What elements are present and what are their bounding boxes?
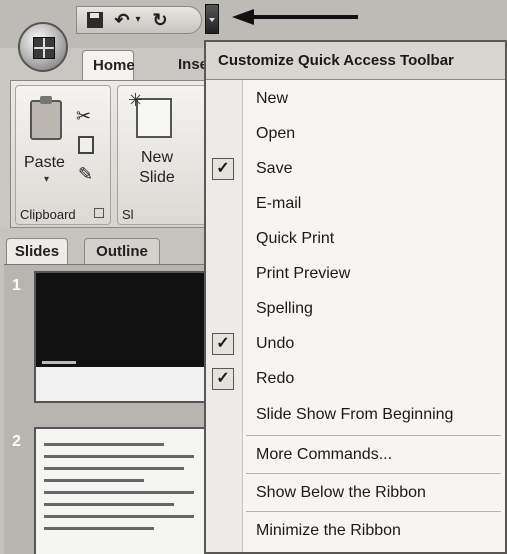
menu-item-undo[interactable]: ✓ Undo bbox=[206, 327, 505, 361]
new-slide-icon[interactable] bbox=[128, 90, 172, 138]
menu-item-quick-print[interactable]: Quick Print bbox=[206, 222, 505, 256]
thumbnail-line bbox=[44, 491, 194, 494]
new-slide-label-1: New bbox=[140, 149, 173, 166]
slide-thumbnail-1[interactable] bbox=[34, 271, 210, 403]
ribbon: Paste ▾ ✂ ✎ Clipboard New Slide Sl bbox=[10, 80, 210, 228]
left-arrow-icon bbox=[232, 9, 358, 25]
thumbnail-line bbox=[44, 443, 164, 446]
quick-access-toolbar: ↶ ▾ ↻ bbox=[76, 6, 202, 34]
thumbnail-line bbox=[44, 467, 184, 470]
menu-item-label: New bbox=[256, 90, 289, 107]
undo-icon[interactable]: ↶ bbox=[113, 10, 131, 30]
menu-item-open[interactable]: Open bbox=[206, 117, 505, 151]
menu-title: Customize Quick Access Toolbar bbox=[206, 42, 505, 80]
redo-icon[interactable]: ↻ bbox=[149, 10, 171, 30]
menu-separator bbox=[246, 473, 501, 474]
slide-thumbnails: 1 2 bbox=[4, 264, 210, 554]
menu-item-print-preview[interactable]: Print Preview bbox=[206, 257, 505, 291]
menu-separator bbox=[246, 435, 501, 436]
tab-slides[interactable]: Slides bbox=[6, 238, 68, 264]
slide-thumbnail-2[interactable] bbox=[34, 427, 210, 554]
cut-icon[interactable]: ✂ bbox=[76, 106, 91, 127]
customize-qat-button[interactable] bbox=[205, 4, 219, 34]
menu-item-show-below-ribbon[interactable]: Show Below the Ribbon bbox=[206, 476, 505, 510]
thumbnail-line bbox=[44, 527, 154, 530]
office-logo-icon bbox=[33, 37, 55, 59]
powerpoint-window: ↶ ▾ ↻ Home Inse Paste ▾ ✂ ✎ Clipboard Ne… bbox=[0, 0, 507, 554]
menu-item-more-commands[interactable]: More Commands... bbox=[206, 438, 505, 472]
thumbnail-line bbox=[44, 479, 144, 482]
menu-item-new[interactable]: New bbox=[206, 82, 505, 116]
menu-item-label: Minimize the Ribbon bbox=[256, 522, 401, 539]
menu-item-label: Quick Print bbox=[256, 230, 335, 247]
slides-panel: Slides Outline 1 2 bbox=[0, 228, 210, 554]
menu-item-label: Slide Show From Beginning bbox=[256, 406, 454, 423]
menu-item-label: Spelling bbox=[256, 300, 313, 317]
office-button[interactable] bbox=[18, 22, 68, 72]
thumbnail-text bbox=[42, 361, 76, 364]
menu-item-save[interactable]: ✓ Save bbox=[206, 152, 505, 186]
thumbnail-line bbox=[44, 503, 174, 506]
menu-item-slide-show[interactable]: Slide Show From Beginning bbox=[206, 398, 505, 432]
menu-item-label: Undo bbox=[256, 335, 295, 352]
thumbnail-footer bbox=[36, 367, 208, 401]
clipboard-launcher-icon[interactable] bbox=[94, 208, 104, 218]
slides-group: New Slide Sl bbox=[117, 85, 207, 225]
new-slide-label-2: Slide bbox=[139, 169, 175, 186]
format-painter-icon[interactable]: ✎ bbox=[78, 164, 93, 185]
menu-item-label: More Commands... bbox=[256, 446, 393, 463]
clipboard-group: Paste ▾ ✂ ✎ Clipboard bbox=[15, 85, 111, 225]
menu-item-email[interactable]: E-mail bbox=[206, 187, 505, 221]
customize-qat-menu: Customize Quick Access Toolbar New Open … bbox=[204, 40, 507, 554]
thumbnail-line bbox=[44, 455, 194, 458]
new-slide-button[interactable]: New Slide bbox=[134, 148, 180, 188]
menu-item-label: Redo bbox=[256, 370, 295, 387]
menu-item-label: Save bbox=[256, 160, 293, 177]
copy-icon[interactable] bbox=[78, 136, 94, 154]
save-icon bbox=[87, 12, 103, 28]
menu-item-spelling[interactable]: Spelling bbox=[206, 292, 505, 326]
menu-item-redo[interactable]: ✓ Redo bbox=[206, 362, 505, 396]
paste-dropdown-icon[interactable]: ▾ bbox=[44, 174, 49, 185]
checkmark-icon: ✓ bbox=[212, 158, 234, 180]
menu-item-label: E-mail bbox=[256, 195, 302, 212]
menu-separator bbox=[246, 511, 501, 512]
tab-outline[interactable]: Outline bbox=[84, 238, 160, 264]
checkmark-icon: ✓ bbox=[212, 333, 234, 355]
slide-number: 2 bbox=[12, 433, 21, 450]
slides-group-label: Sl bbox=[122, 207, 134, 222]
paste-button[interactable]: Paste bbox=[24, 154, 65, 172]
checkmark-icon: ✓ bbox=[212, 368, 234, 390]
save-button[interactable] bbox=[87, 10, 105, 30]
menu-item-minimize-ribbon[interactable]: Minimize the Ribbon bbox=[206, 514, 505, 548]
paste-icon[interactable] bbox=[30, 96, 62, 140]
thumbnail-line bbox=[44, 515, 194, 518]
undo-dropdown-icon[interactable]: ▾ bbox=[133, 10, 143, 30]
menu-item-label: Print Preview bbox=[256, 265, 351, 282]
menu-item-label: Open bbox=[256, 125, 296, 142]
menu-item-label: Show Below the Ribbon bbox=[256, 484, 426, 501]
slide-number: 1 bbox=[12, 277, 21, 294]
tab-home[interactable]: Home bbox=[82, 50, 135, 80]
